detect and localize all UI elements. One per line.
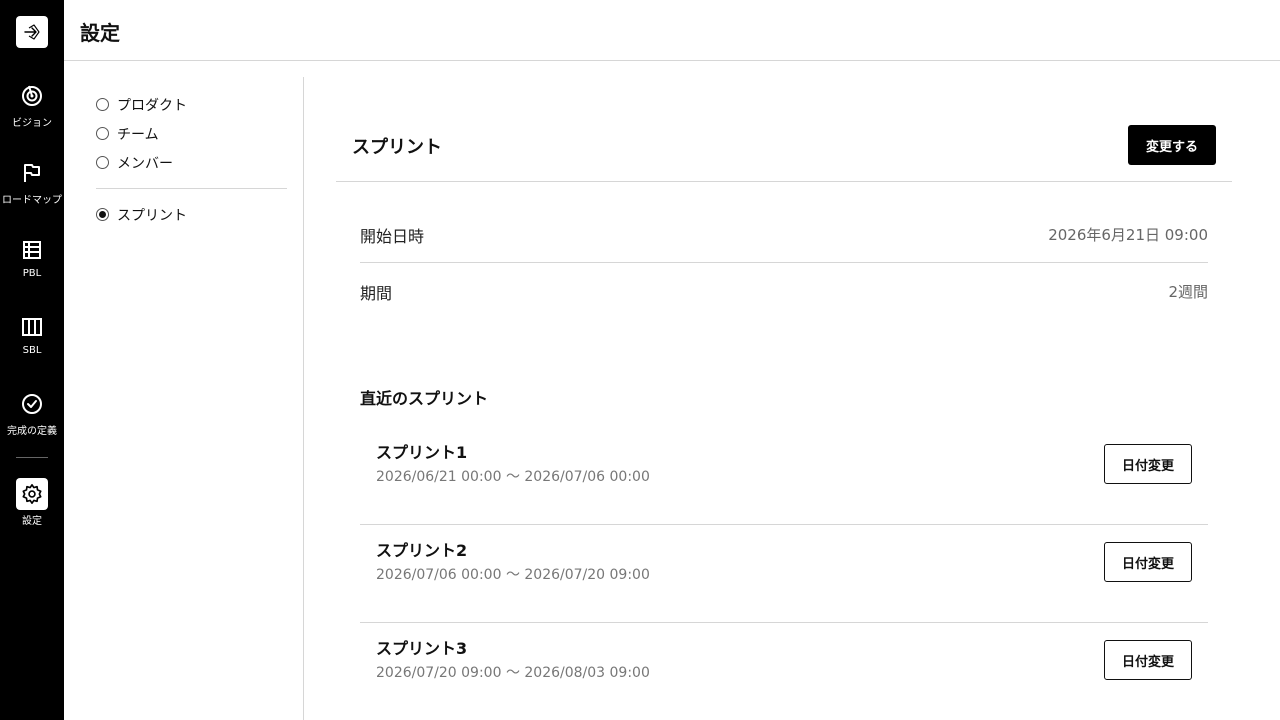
flag-icon bbox=[20, 161, 44, 185]
check-circle-icon bbox=[20, 392, 44, 416]
duration-label: 期間 bbox=[360, 283, 393, 303]
nav-item-sbl[interactable]: SBL bbox=[0, 315, 64, 375]
nav-item-label: 完成の定義 bbox=[7, 426, 57, 437]
sprint-list-item: スプリント3 2026/07/20 09:00 〜 2026/08/03 09:… bbox=[360, 623, 1208, 720]
menu-item-label: メンバー bbox=[117, 155, 173, 172]
menu-item-label: チーム bbox=[117, 126, 159, 143]
app-logo[interactable] bbox=[16, 16, 48, 48]
recent-sprints-title: 直近のスプリント bbox=[360, 389, 489, 408]
vertical-divider bbox=[303, 77, 304, 720]
change-date-button[interactable]: 日付変更 bbox=[1104, 444, 1192, 484]
menu-item-product[interactable]: プロダクト bbox=[96, 90, 287, 119]
start-datetime-value: 2026年6月21日 09:00 bbox=[1048, 226, 1208, 244]
radio-button[interactable] bbox=[96, 98, 109, 111]
section-title: スプリント bbox=[352, 137, 442, 158]
gear-icon bbox=[16, 478, 48, 510]
sprint-name: スプリント1 bbox=[376, 443, 468, 462]
radio-button[interactable] bbox=[96, 127, 109, 140]
nav-item-label: 設定 bbox=[22, 516, 42, 527]
sprint-name: スプリント3 bbox=[376, 639, 468, 658]
section-divider bbox=[336, 181, 1232, 182]
start-datetime-label: 開始日時 bbox=[360, 226, 425, 246]
sprint-date-range: 2026/07/06 00:00 〜 2026/07/20 09:00 bbox=[376, 567, 650, 583]
sprint-name: スプリント2 bbox=[376, 541, 468, 560]
nav-item-vision[interactable]: ビジョン bbox=[0, 84, 64, 144]
duration-value: 2週間 bbox=[1168, 283, 1208, 301]
sprint-list-item: スプリント2 2026/07/06 00:00 〜 2026/07/20 09:… bbox=[360, 525, 1208, 623]
radio-button-checked[interactable] bbox=[96, 208, 109, 221]
sprint-date-range: 2026/07/20 09:00 〜 2026/08/03 09:00 bbox=[376, 665, 650, 681]
list-icon bbox=[20, 238, 44, 262]
page-header: 設定 bbox=[64, 0, 1280, 61]
nav-item-settings[interactable]: 設定 bbox=[0, 478, 64, 542]
nav-item-label: ビジョン bbox=[12, 118, 52, 129]
sprint-list-item: スプリント1 2026/06/21 00:00 〜 2026/07/06 00:… bbox=[360, 427, 1208, 525]
menu-divider bbox=[96, 188, 287, 189]
nav-item-definition-of-done[interactable]: 完成の定義 bbox=[0, 392, 64, 452]
change-date-button[interactable]: 日付変更 bbox=[1104, 640, 1192, 680]
logo-arrow-icon bbox=[24, 24, 40, 40]
change-button[interactable]: 変更する bbox=[1128, 125, 1216, 165]
duration-row: 期間 2週間 bbox=[360, 263, 1208, 320]
menu-item-sprint[interactable]: スプリント bbox=[96, 200, 287, 229]
menu-item-label: プロダクト bbox=[117, 97, 187, 114]
menu-item-team[interactable]: チーム bbox=[96, 119, 287, 148]
page-title: 設定 bbox=[80, 21, 120, 45]
sprint-date-range: 2026/06/21 00:00 〜 2026/07/06 00:00 bbox=[376, 469, 650, 485]
nav-item-pbl[interactable]: PBL bbox=[0, 238, 64, 298]
nav-item-label: ロードマップ bbox=[2, 195, 62, 206]
settings-menu: プロダクト チーム メンバー スプリント bbox=[96, 90, 287, 229]
nav-item-roadmap[interactable]: ロードマップ bbox=[0, 161, 64, 221]
target-icon bbox=[20, 84, 44, 108]
change-date-button[interactable]: 日付変更 bbox=[1104, 542, 1192, 582]
menu-item-label: スプリント bbox=[117, 207, 187, 224]
nav-item-label: SBL bbox=[22, 345, 42, 356]
radio-button[interactable] bbox=[96, 156, 109, 169]
nav-item-label: PBL bbox=[22, 268, 42, 279]
columns-icon bbox=[20, 315, 44, 339]
nav-divider bbox=[16, 457, 48, 458]
side-nav: ビジョン ロードマップ PBL SBL 完成の定義 設定 bbox=[0, 0, 64, 720]
start-datetime-row: 開始日時 2026年6月21日 09:00 bbox=[360, 206, 1208, 263]
menu-item-member[interactable]: メンバー bbox=[96, 148, 287, 177]
